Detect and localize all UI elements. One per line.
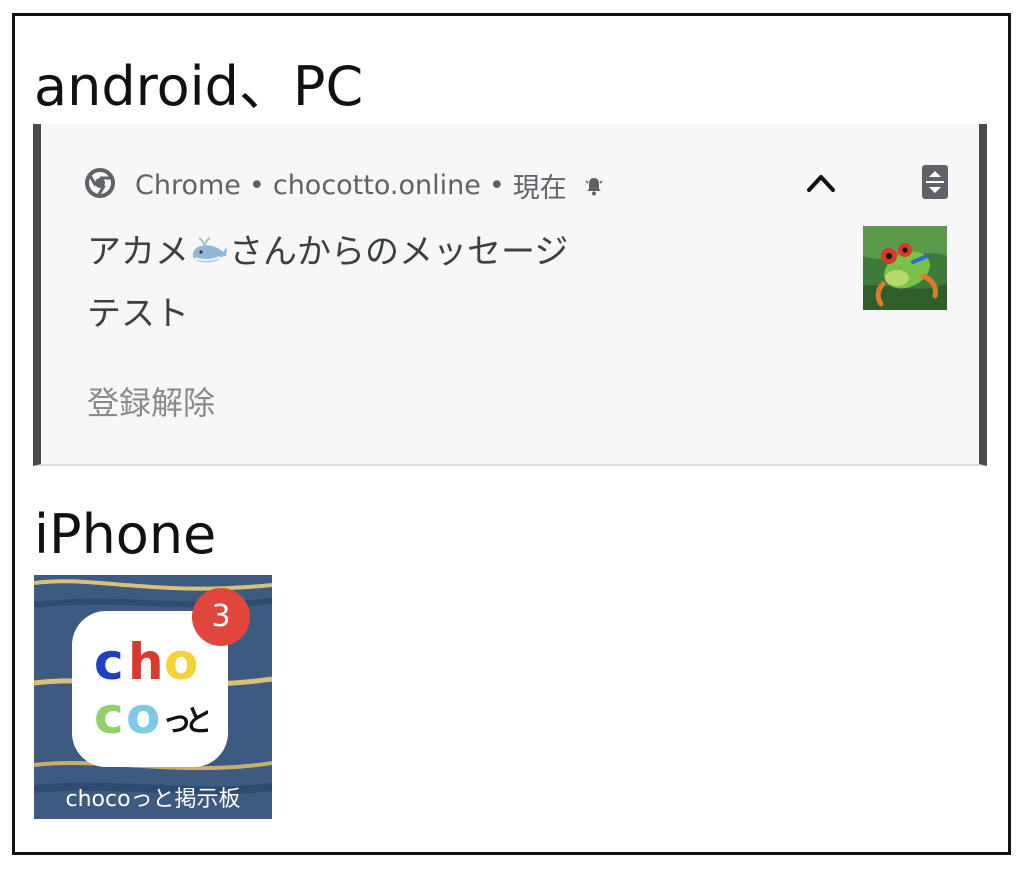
chrome-icon (85, 168, 115, 198)
chevron-up-icon[interactable] (801, 162, 841, 202)
snooze-icon[interactable] (921, 164, 949, 200)
logo-letter: o (164, 633, 198, 691)
notification-time: 現在 (512, 173, 567, 204)
logo-letter: h (128, 633, 164, 691)
app-name: Chrome (135, 170, 241, 201)
notification-header: Chrome • chocotto.online • 現在 (41, 162, 979, 205)
android-pc-heading: android、PC (34, 55, 364, 118)
iphone-home-screen-tile: c h o c o っ と 3 chocoっと掲示板 (34, 575, 272, 819)
site-name: chocotto.online (272, 170, 481, 201)
notification-body: テスト (87, 294, 189, 334)
app-label: chocoっと掲示板 (65, 787, 241, 812)
title-rest: さんからのメッセージ (229, 232, 569, 272)
android-notification[interactable]: Chrome • chocotto.online • 現在 アカメ さんからのメ… (33, 124, 987, 466)
notification-badge: 3 (192, 588, 250, 646)
logo-letter: c (94, 633, 124, 691)
iphone-heading: iPhone (34, 503, 217, 566)
logo-letter: c (94, 687, 124, 745)
whale-emoji-icon (193, 237, 227, 263)
logo-letter: o (126, 687, 160, 745)
frog-image (863, 226, 947, 310)
bell-icon (585, 177, 603, 195)
meta-separator: • (248, 170, 265, 201)
notification-title: アカメ さんからのメッセージ (87, 232, 568, 273)
notification-meta: Chrome • chocotto.online • 現在 (135, 166, 605, 205)
unsubscribe-button[interactable]: 登録解除 (87, 378, 215, 424)
title-sender: アカメ (87, 232, 189, 272)
logo-letter: と (184, 704, 208, 739)
chocotto-logo: c h o c o っ と (94, 633, 208, 745)
meta-separator: • (488, 170, 505, 201)
